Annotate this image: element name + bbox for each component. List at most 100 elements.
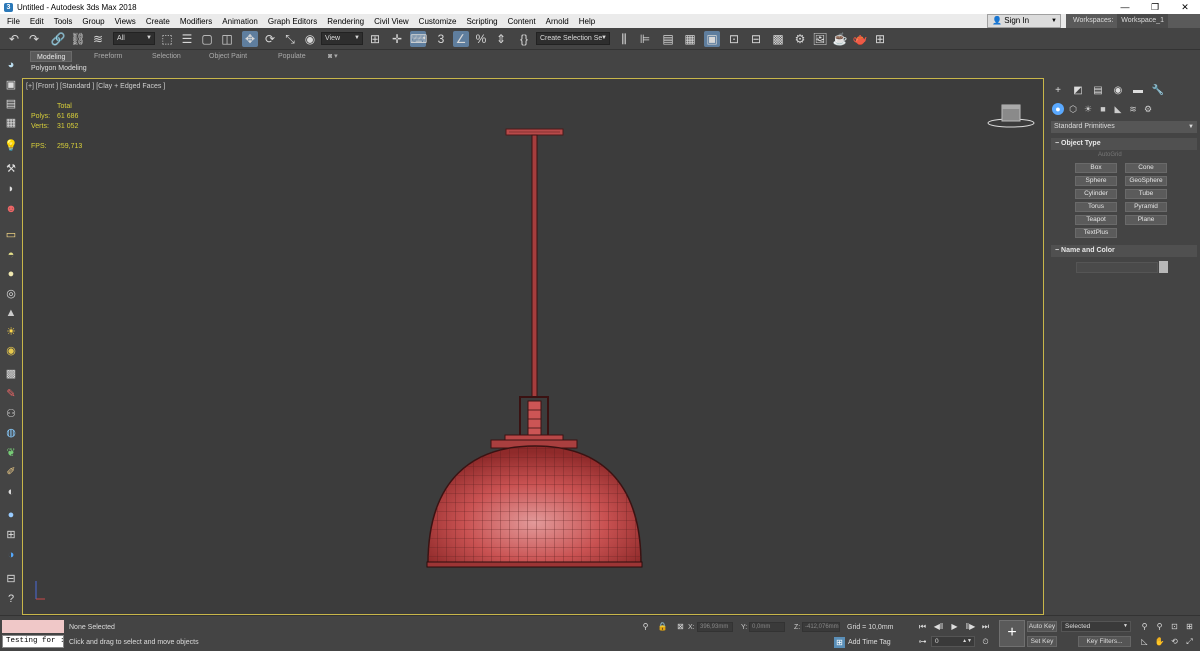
unlink-icon[interactable]: ⛓ <box>70 31 86 47</box>
display-tab-icon[interactable]: ▬ <box>1131 84 1145 98</box>
add-time-tag[interactable]: Add Time Tag <box>848 639 891 646</box>
keyboard-shortcut-toggle-icon[interactable]: ⌨ <box>410 31 427 47</box>
brush-icon[interactable]: ✐ <box>3 465 19 479</box>
menu-modifiers[interactable]: Modifiers <box>175 17 217 26</box>
menu-rendering[interactable]: Rendering <box>322 17 369 26</box>
go-to-end-icon[interactable]: ⏭ <box>980 621 991 632</box>
teapot-button[interactable]: Teapot <box>1075 215 1117 225</box>
sphere-gold-icon[interactable]: ◉ <box>3 344 19 358</box>
toggle-layer-explorer-icon[interactable]: ▦ <box>682 31 698 47</box>
plant-icon[interactable]: ❦ <box>3 446 19 460</box>
help-icon[interactable]: ? <box>3 592 19 606</box>
autogrid-checkbox[interactable]: AutoGrid <box>1088 152 1122 158</box>
set-keys-button[interactable]: + <box>999 620 1025 647</box>
cylinder-button[interactable]: Cylinder <box>1075 189 1117 199</box>
modify-tab-icon[interactable]: ◩ <box>1071 84 1085 98</box>
tab-modeling[interactable]: Modeling <box>30 51 73 62</box>
key-mode-toggle-icon[interactable]: ⊶ <box>917 636 928 647</box>
bind-space-warp-icon[interactable]: ≋ <box>90 31 106 47</box>
menu-tools[interactable]: Tools <box>49 17 78 26</box>
curve-editor-icon[interactable]: ⊡ <box>726 31 742 47</box>
plane-primitive-icon[interactable]: ▭ <box>3 228 19 242</box>
tab-selection[interactable]: Selection <box>146 51 187 62</box>
zoom-icon[interactable]: ⚲ <box>1139 621 1150 632</box>
torus-icon[interactable]: ◎ <box>3 287 19 301</box>
percent-snap-icon[interactable]: % <box>473 31 489 47</box>
render-production-icon[interactable]: ☕ <box>832 31 848 47</box>
menu-edit[interactable]: Edit <box>25 17 49 26</box>
z-coordinate-field[interactable]: -412,076mm <box>802 622 840 632</box>
menu-scripting[interactable]: Scripting <box>461 17 502 26</box>
menu-animation[interactable]: Animation <box>217 17 263 26</box>
rendered-frame-window-icon[interactable]: 🖼 <box>812 31 828 47</box>
tube-button[interactable]: Tube <box>1125 189 1167 199</box>
pan-view-icon[interactable]: ✋ <box>1154 636 1165 647</box>
sphere-button[interactable]: Sphere <box>1075 176 1117 186</box>
space-warps-icon[interactable]: ≋ <box>1127 103 1139 115</box>
maximize-viewport-icon[interactable]: ⤢ <box>1184 636 1195 647</box>
polygon-modeling-label[interactable]: Polygon Modeling <box>27 65 87 72</box>
key-filters-button[interactable]: Key Filters... <box>1078 636 1131 647</box>
object-type-rollout[interactable]: − Object Type <box>1051 138 1197 150</box>
pivot-center-icon[interactable]: ⊞ <box>367 31 383 47</box>
play-icon[interactable]: ▶ <box>949 621 960 632</box>
select-and-rotate-icon[interactable]: ⟳ <box>262 31 278 47</box>
mirror-icon[interactable]: ⫼ <box>616 31 632 47</box>
maxscript-listener-mini[interactable] <box>2 620 64 633</box>
angle-snap-icon[interactable]: ∠ <box>453 31 469 47</box>
material-editor-icon[interactable]: ▩ <box>770 31 786 47</box>
current-frame-field[interactable]: 0 ▲▼ <box>931 636 975 647</box>
menu-arnold[interactable]: Arnold <box>541 17 574 26</box>
material-sphere-icon[interactable]: ● <box>3 508 19 522</box>
torus-button[interactable]: Torus <box>1075 202 1117 212</box>
geosphere-button[interactable]: GeoSphere <box>1125 176 1167 186</box>
select-and-scale-icon[interactable]: ⤡ <box>282 31 298 47</box>
arnold-icon[interactable]: ◑ <box>3 548 19 562</box>
scale-icon[interactable]: ⊟ <box>3 572 19 586</box>
viewport-layout-icon[interactable]: ◕ <box>3 58 19 72</box>
tab-freeform[interactable]: Freeform <box>88 51 128 62</box>
sphere-primitive-icon[interactable]: ● <box>3 267 19 281</box>
tab-populate[interactable]: Populate <box>272 51 312 62</box>
light-bulb-icon[interactable]: 💡 <box>3 139 19 153</box>
set-key-button[interactable]: Set Key <box>1027 636 1057 647</box>
utilities-tab-icon[interactable]: 🔧 <box>1151 84 1165 98</box>
menu-graph-editors[interactable]: Graph Editors <box>263 17 322 26</box>
utility-icon[interactable]: ⊞ <box>3 528 19 542</box>
workspace-value[interactable]: Workspace_1 <box>1117 14 1168 28</box>
sign-in-button[interactable]: 👤 Sign In ▼ <box>987 14 1061 28</box>
motion-tab-icon[interactable]: ◉ <box>1111 84 1125 98</box>
helpers-icon[interactable]: ◣ <box>1112 103 1124 115</box>
render-setup-icon[interactable]: ⚙ <box>792 31 808 47</box>
select-object-icon[interactable]: ⬚ <box>159 31 175 47</box>
toggle-scene-explorer-icon[interactable]: ▤ <box>660 31 676 47</box>
window-crossing-icon[interactable]: ◫ <box>219 31 235 47</box>
zoom-extents-icon[interactable]: ⊡ <box>1169 621 1180 632</box>
geometry-icon[interactable]: ● <box>1052 103 1064 115</box>
undo-icon[interactable]: ↶ <box>6 31 22 47</box>
absolute-mode-icon[interactable]: ⊠ <box>675 621 686 632</box>
toggle-ribbon-icon[interactable]: ▣ <box>704 31 720 47</box>
select-and-place-icon[interactable]: ◉ <box>302 31 318 47</box>
edit-named-selections-icon[interactable]: {} <box>516 31 532 47</box>
walk-icon[interactable]: ⚇ <box>3 407 19 421</box>
globe-icon[interactable]: ◍ <box>3 426 19 440</box>
y-coordinate-field[interactable]: 0,0mm <box>749 622 785 632</box>
object-color-swatch[interactable] <box>1159 261 1168 273</box>
menu-create[interactable]: Create <box>141 17 175 26</box>
zoom-extents-all-icon[interactable]: ⊞ <box>1184 621 1195 632</box>
systems-icon[interactable]: ⚙ <box>1142 103 1154 115</box>
menu-views[interactable]: Views <box>110 17 141 26</box>
x-coordinate-field[interactable]: 396,93mm <box>697 622 733 632</box>
frame-icon[interactable]: ▦ <box>3 116 19 130</box>
lights-icon[interactable]: ☀ <box>1082 103 1094 115</box>
selection-lock-icon[interactable]: 🔒 <box>657 621 668 632</box>
pendant-lamp-model[interactable] <box>23 79 1044 615</box>
layers-icon[interactable]: ▤ <box>3 97 19 111</box>
select-by-name-icon[interactable]: ☰ <box>179 31 195 47</box>
key-mode-dropdown[interactable]: Selected ▼ <box>1061 621 1131 632</box>
cone-button[interactable]: Cone <box>1125 163 1167 173</box>
pyramid-button[interactable]: Pyramid <box>1125 202 1167 212</box>
front-viewport[interactable]: [+] [Front ] [Standard ] [Clay + Edged F… <box>22 78 1044 615</box>
cone-icon[interactable]: ▲ <box>3 306 19 320</box>
